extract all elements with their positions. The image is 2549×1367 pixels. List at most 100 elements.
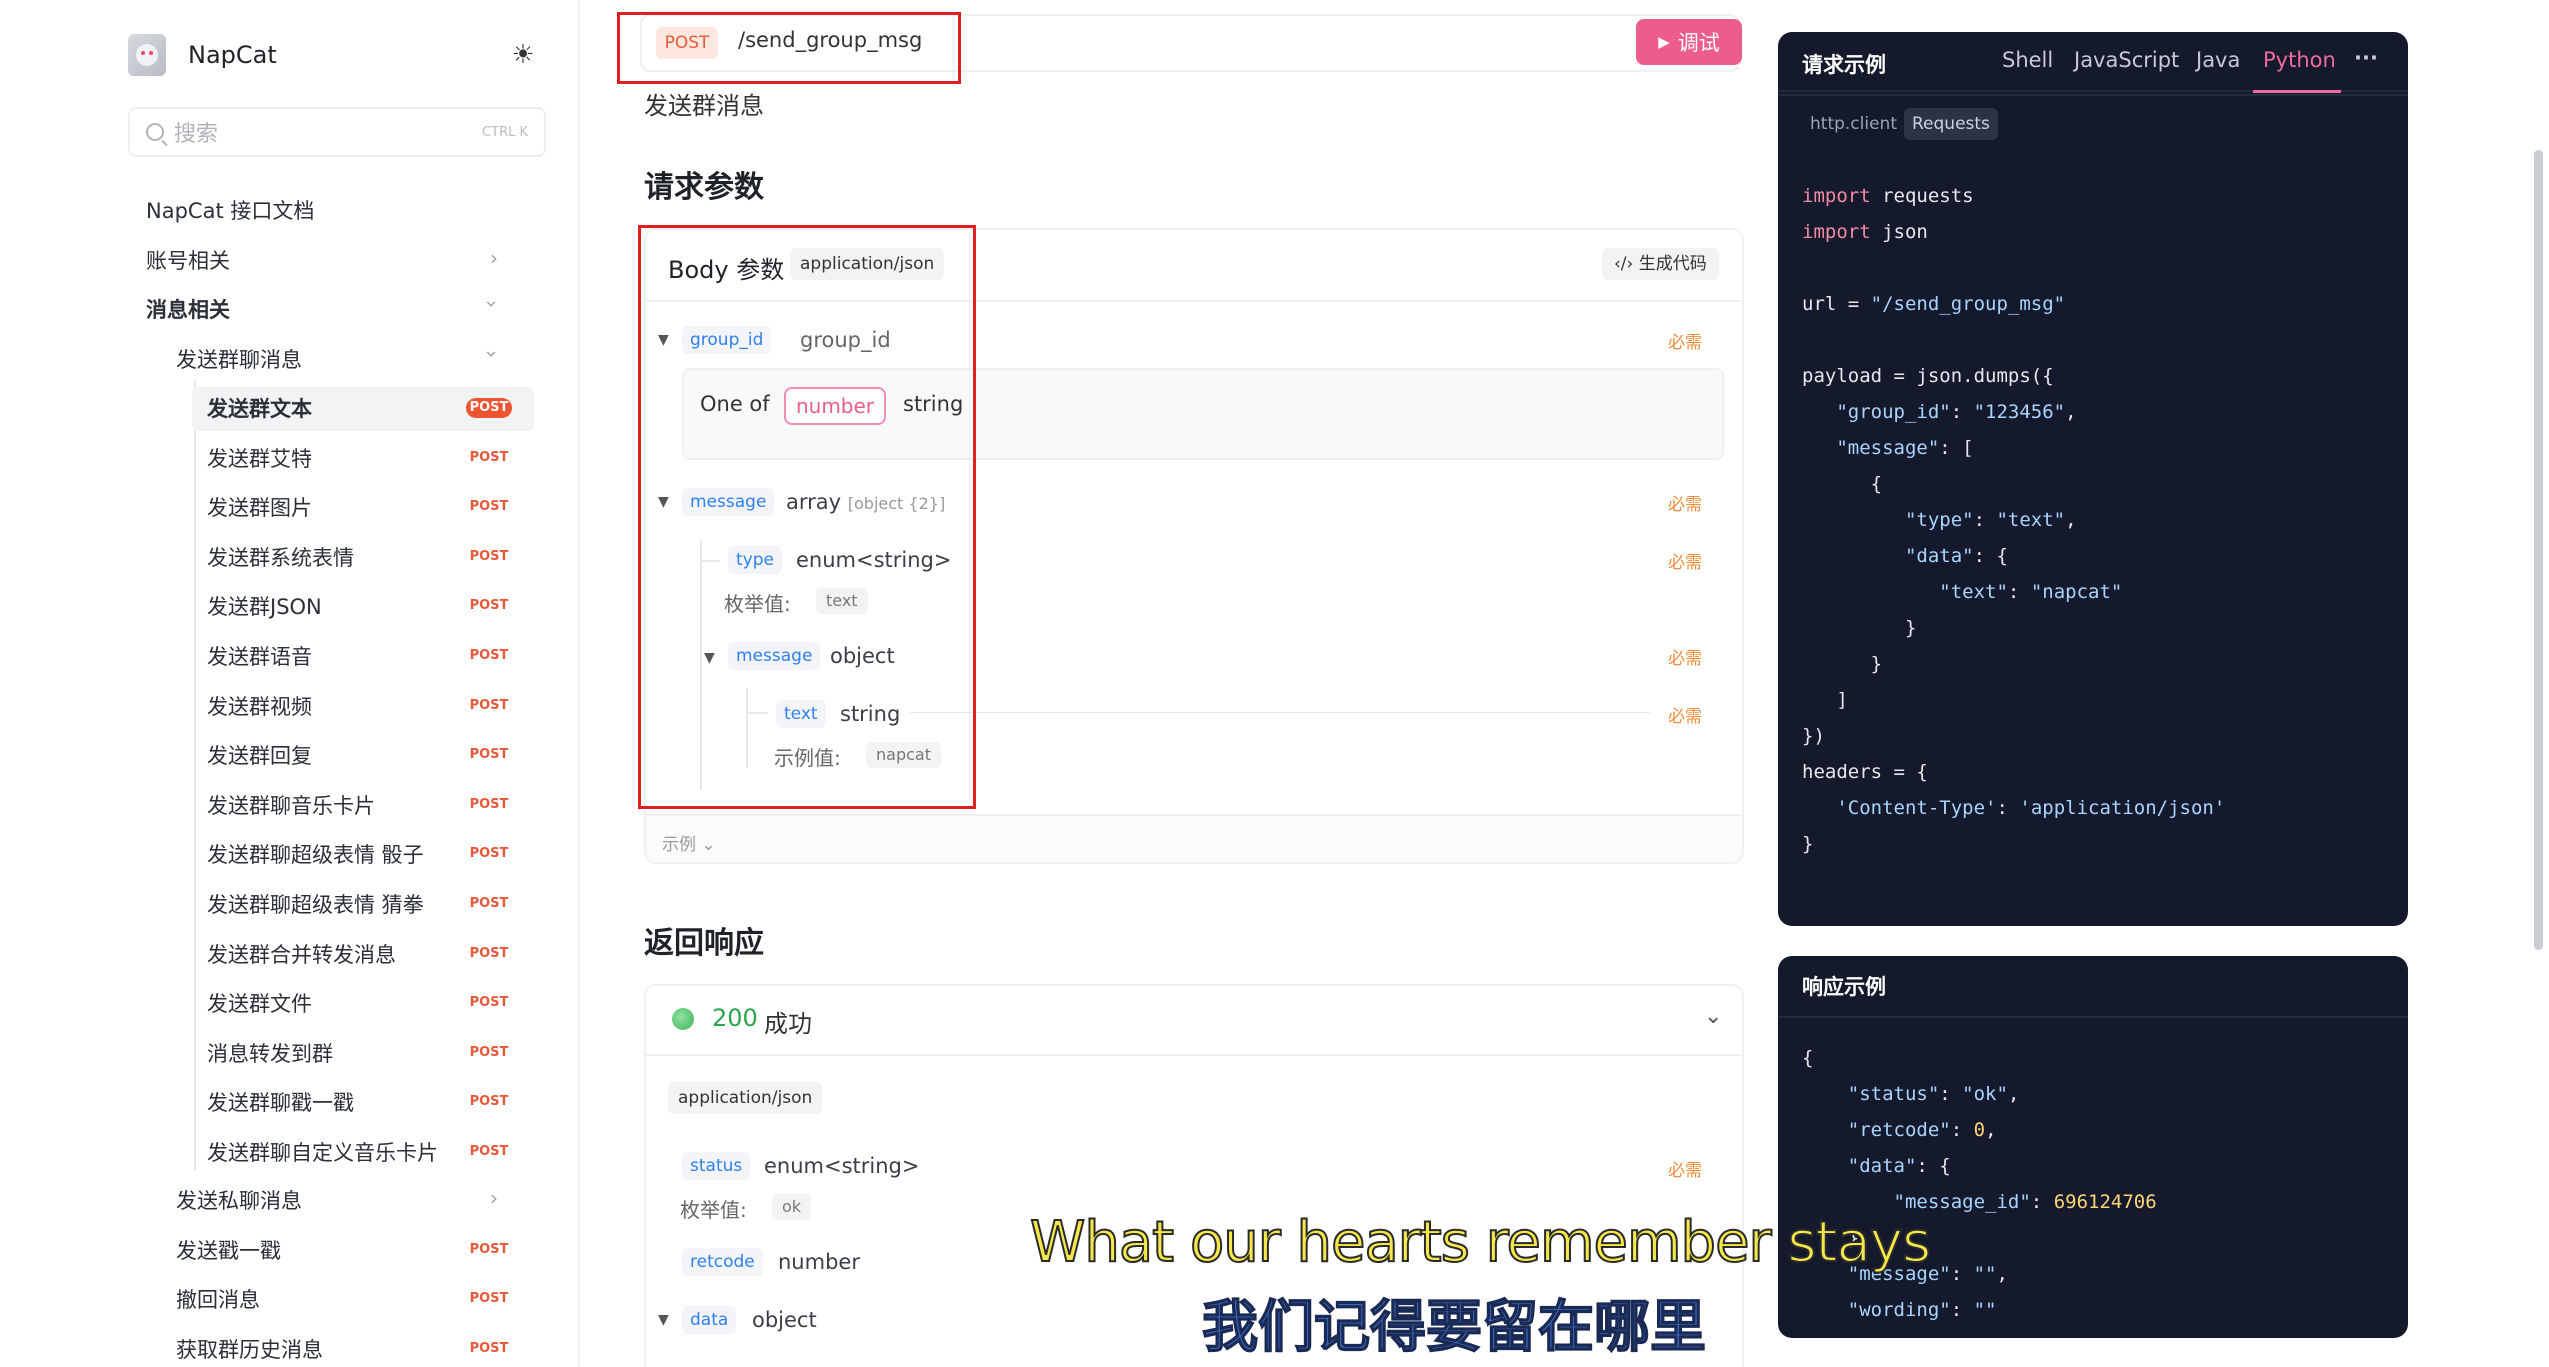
sidebar-endpoint-label: 发送群JSON xyxy=(207,595,322,620)
brand[interactable]: NapCat xyxy=(128,30,277,80)
sidebar-endpoint-label: 消息转发到群 xyxy=(207,1041,333,1066)
debug-button[interactable]: ▶ 调试 xyxy=(1636,19,1742,65)
sidebar-endpoint-item[interactable]: 发送群聊戳一戳 xyxy=(207,1081,354,1123)
subtab-http-client[interactable]: http.client xyxy=(1802,108,1905,140)
post-badge: POST xyxy=(469,1242,509,1257)
status-success-dot-icon xyxy=(672,1008,694,1030)
sidebar-item-messages[interactable]: 消息相关 xyxy=(146,288,230,330)
tab-java[interactable]: Java xyxy=(2196,48,2240,72)
tree-guide-line xyxy=(194,380,196,1170)
sidebar-endpoint-item[interactable]: 发送群合并转发消息 xyxy=(207,933,396,975)
sidebar-item-history[interactable]: 获取群历史消息 xyxy=(176,1328,323,1367)
response-example-header: 响应示例 xyxy=(1778,956,2408,1018)
field-type-status: enum<string> xyxy=(764,1154,920,1178)
post-badge: POST xyxy=(469,1341,509,1356)
sidebar-item-label: NapCat 接口文档 xyxy=(146,199,315,223)
sidebar-item-poke[interactable]: 发送戳一戳 xyxy=(176,1229,281,1271)
sidebar-item-recall[interactable]: 撤回消息 xyxy=(176,1278,260,1320)
chevron-down-icon: › xyxy=(480,300,504,308)
sidebar-endpoint-item[interactable]: 发送群聊超级表情 骰子 xyxy=(207,833,424,875)
sidebar-item-group-messages[interactable]: 发送群聊消息 xyxy=(176,338,302,380)
sidebar-endpoint-label: 发送群回复 xyxy=(207,744,312,769)
caret-down-icon[interactable]: ▼ xyxy=(658,1312,669,1328)
chevron-right-icon: › xyxy=(490,1186,498,1210)
field-name-retcode: retcode xyxy=(682,1248,763,1276)
subtitle-english: What our hearts remember stays xyxy=(1029,1209,1932,1276)
post-badge: POST xyxy=(469,995,509,1011)
sidebar-endpoint-label: 发送群系统表情 xyxy=(207,545,354,570)
sidebar-item-docs[interactable]: NapCat 接口文档 xyxy=(146,189,314,231)
request-code-block: import requests import json url = "/send… xyxy=(1802,185,2226,855)
active-tab-underline xyxy=(2253,90,2341,93)
chevron-down-icon[interactable]: ⌄ xyxy=(1704,1004,1722,1029)
post-badge: POST xyxy=(469,1291,509,1306)
status-code: 200 xyxy=(712,1004,758,1032)
post-badge: POST xyxy=(469,796,509,812)
sidebar-endpoint-label: 发送群聊超级表情 猜拳 xyxy=(207,893,424,917)
sidebar-endpoint-label: 发送群视频 xyxy=(207,694,312,719)
sidebar-endpoint-item[interactable]: 发送群聊自定义音乐卡片 xyxy=(207,1131,438,1173)
post-badge: POST xyxy=(469,598,509,614)
sidebar-endpoint-label: 发送群图片 xyxy=(207,496,312,521)
example-toggle-label: 示例 xyxy=(662,835,696,855)
post-badge: POST xyxy=(469,896,509,911)
sidebar-endpoint-item[interactable]: 发送群回复 xyxy=(207,734,312,776)
example-toggle-bar[interactable] xyxy=(646,814,1742,862)
enum-value-chip: ok xyxy=(772,1194,812,1220)
code-icon: ‹/› xyxy=(1614,254,1634,274)
generate-code-label: 生成代码 xyxy=(1638,254,1707,274)
chevron-right-icon: › xyxy=(490,246,498,270)
sidebar-endpoint-item[interactable]: 发送群JSON xyxy=(207,585,322,627)
more-tabs-icon[interactable]: ··· xyxy=(2354,46,2378,70)
generate-code-button[interactable]: ‹/› 生成代码 xyxy=(1602,248,1719,280)
subtab-requests[interactable]: Requests xyxy=(1904,108,1998,140)
sidebar-item-label: 获取群历史消息 xyxy=(176,1338,323,1362)
sidebar-item-account[interactable]: 账号相关 xyxy=(146,239,230,281)
post-badge: POST xyxy=(469,945,509,961)
sidebar-endpoint-item[interactable]: 发送群聊超级表情 猜拳 xyxy=(207,883,424,925)
sidebar-endpoint-item[interactable]: 发送群语音 xyxy=(207,635,312,677)
subtitle-chinese: 我们记得要留在哪里 xyxy=(1201,1294,1707,1361)
sidebar-endpoint-item[interactable]: 发送群艾特 xyxy=(207,437,312,479)
divider xyxy=(644,1054,1744,1056)
example-toggle[interactable]: 示例 ⌄ xyxy=(662,830,716,855)
sidebar-endpoint-label: 发送群文本 xyxy=(207,397,312,421)
sidebar-endpoint-label: 发送群聊超级表情 骰子 xyxy=(207,843,424,868)
sidebar-item-label: 账号相关 xyxy=(146,249,230,273)
tab-shell[interactable]: Shell xyxy=(2002,48,2053,72)
sidebar-endpoint-item[interactable]: 发送群聊音乐卡片 xyxy=(207,784,375,826)
required-label: 必需 xyxy=(1668,553,1702,573)
tab-javascript[interactable]: JavaScript xyxy=(2074,48,2179,72)
highlight-box-endpoint xyxy=(617,12,961,84)
divider xyxy=(1778,94,2408,96)
app-name: NapCat xyxy=(188,41,277,69)
sidebar-endpoint-item[interactable]: 发送群系统表情 xyxy=(207,536,354,578)
search-input[interactable]: 搜索 CTRL K xyxy=(128,107,546,157)
theme-toggle-sun-icon[interactable]: ☀ xyxy=(508,40,538,70)
post-badge: POST xyxy=(469,1044,509,1060)
sidebar-item-label: 发送私聊消息 xyxy=(176,1189,302,1213)
field-name-status: status xyxy=(682,1152,751,1180)
sidebar-endpoint-item[interactable]: 发送群文本 xyxy=(207,387,312,429)
row-guide xyxy=(910,712,1650,713)
required-label: 必需 xyxy=(1668,649,1702,669)
response-content-type-pill: application/json xyxy=(668,1082,823,1114)
sidebar-endpoint-item[interactable]: 发送群图片 xyxy=(207,486,312,528)
post-badge: POST xyxy=(469,648,509,663)
chevron-down-icon: › xyxy=(480,350,504,358)
sidebar-endpoint-label: 发送群文件 xyxy=(207,992,312,1017)
page-scrollbar[interactable] xyxy=(2534,150,2543,950)
sidebar-endpoint-item[interactable]: 发送群视频 xyxy=(207,685,312,727)
sidebar-item-private-messages[interactable]: 发送私聊消息 xyxy=(176,1179,302,1221)
sidebar-endpoint-label: 发送群聊音乐卡片 xyxy=(207,793,375,818)
double-chevron-down-icon: ⌄ xyxy=(701,835,716,855)
tab-python[interactable]: Python xyxy=(2263,48,2336,72)
endpoint-description: 发送群消息 xyxy=(644,92,764,120)
sidebar-endpoint-item[interactable]: 消息转发到群 xyxy=(207,1032,333,1074)
debug-button-label: 调试 xyxy=(1677,31,1720,55)
required-label: 必需 xyxy=(1668,1161,1702,1181)
post-badge: POST xyxy=(469,499,509,515)
sidebar-endpoint-item[interactable]: 发送群文件 xyxy=(207,982,312,1024)
sidebar-item-label: 消息相关 xyxy=(146,298,230,322)
highlight-box-body xyxy=(638,225,976,809)
